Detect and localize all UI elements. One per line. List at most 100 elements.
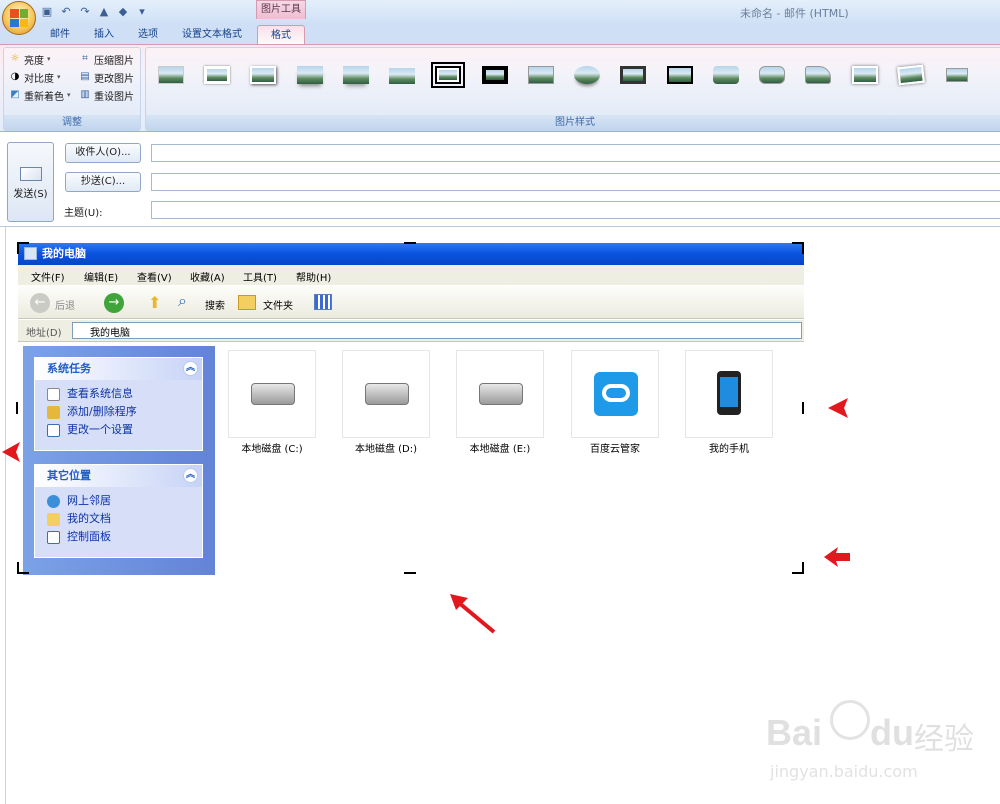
drive-c[interactable]: [228, 350, 316, 438]
address-label: 地址(D): [26, 328, 62, 339]
resize-handle-tr-v[interactable]: [802, 242, 804, 254]
header-divider: [0, 226, 1000, 227]
picture-style-4[interactable]: [293, 62, 327, 88]
cc-button[interactable]: 抄送(C)...: [65, 172, 141, 192]
picture-style-6[interactable]: [385, 62, 419, 88]
back-label[interactable]: 后退: [55, 297, 75, 312]
customize-qat-icon[interactable]: ▾: [135, 5, 149, 19]
picture-style-12[interactable]: [663, 62, 697, 88]
watermark-brand: Bai: [766, 712, 823, 753]
picture-style-10-oval[interactable]: [570, 62, 604, 88]
other-places-panel: 其它位置 ︽ 网上邻居 我的文档 控制面板: [34, 464, 203, 558]
to-field[interactable]: [151, 144, 1000, 162]
undo-icon[interactable]: ↶: [59, 5, 73, 19]
reset-picture-icon: ▥: [80, 89, 90, 100]
red-arrow-corner-icon: [824, 547, 850, 567]
picture-style-18[interactable]: [940, 62, 974, 88]
folders-icon[interactable]: [238, 295, 256, 310]
contrast-button[interactable]: ◑ 对比度 ▾: [9, 69, 61, 85]
collapse-chevron-icon[interactable]: ︽: [183, 361, 198, 376]
to-button[interactable]: 收件人(O)...: [65, 143, 141, 163]
picture-styles-group: 图片样式: [145, 47, 1000, 131]
collapse-chevron-icon[interactable]: ︽: [183, 468, 198, 483]
resize-handle-tl-v[interactable]: [17, 242, 19, 254]
body-left-border: [5, 227, 6, 804]
computer-icon: [24, 247, 37, 260]
up-folder-icon[interactable]: ⬆: [148, 293, 166, 313]
picture-style-7-selected[interactable]: [431, 62, 465, 88]
subject-field[interactable]: [151, 201, 1000, 219]
other-places-header[interactable]: 其它位置 ︽: [35, 465, 202, 487]
picture-style-5[interactable]: [339, 62, 373, 88]
tab-format-text[interactable]: 设置文本格式: [174, 25, 250, 45]
menu-view[interactable]: 查看(V): [137, 269, 172, 284]
cc-field[interactable]: [151, 173, 1000, 191]
picture-style-11[interactable]: [616, 62, 650, 88]
resize-handle-br-v[interactable]: [802, 562, 804, 574]
address-input[interactable]: [72, 322, 802, 339]
embedded-explorer-image[interactable]: 我的电脑 文件(F) 编辑(E) 查看(V) 收藏(A) 工具(T) 帮助(H)…: [18, 243, 804, 575]
search-icon[interactable]: ⌕: [178, 291, 196, 311]
system-tasks-panel: 系统任务 ︽ 查看系统信息 添加/删除程序 更改一个设置: [34, 357, 203, 451]
back-icon[interactable]: ←: [30, 293, 50, 313]
resize-handle-right[interactable]: [802, 402, 804, 414]
place-network[interactable]: 网上邻居: [35, 492, 202, 510]
place-my-documents[interactable]: 我的文档: [35, 510, 202, 528]
redo-icon[interactable]: ↷: [78, 5, 92, 19]
compress-pictures-button[interactable]: ⌗ 压缩图片: [79, 51, 134, 67]
picture-style-9[interactable]: [524, 62, 558, 88]
resize-handle-bottom[interactable]: [404, 572, 416, 574]
picture-styles-label: 图片样式: [146, 115, 1000, 130]
subject-label: 主题(U):: [64, 208, 103, 219]
resize-handle-left[interactable]: [16, 402, 18, 414]
picture-style-15[interactable]: [801, 62, 835, 88]
menu-edit[interactable]: 编辑(E): [84, 269, 118, 284]
my-phone[interactable]: [685, 350, 773, 438]
picture-style-17[interactable]: [894, 62, 928, 88]
search-button-label[interactable]: 搜索: [205, 297, 225, 312]
menu-file[interactable]: 文件(F): [31, 269, 65, 284]
brightness-button[interactable]: ☼ 亮度 ▾: [9, 51, 51, 67]
place-control-panel[interactable]: 控制面板: [35, 528, 202, 546]
task-add-remove-programs[interactable]: 添加/删除程序: [35, 403, 202, 421]
task-change-setting[interactable]: 更改一个设置: [35, 421, 202, 439]
tab-insert[interactable]: 插入: [84, 25, 124, 45]
explorer-address-bar: 地址(D) 我的电脑: [18, 320, 804, 342]
send-button[interactable]: 发送(S): [7, 142, 54, 222]
tab-picture-format[interactable]: 格式: [257, 25, 305, 45]
forward-icon[interactable]: →: [104, 293, 124, 313]
settings-icon: [47, 424, 60, 437]
down-arrow-icon[interactable]: ◆: [116, 5, 130, 19]
menu-help[interactable]: 帮助(H): [296, 269, 331, 284]
recolor-button[interactable]: ◩ 重新着色 ▾: [9, 87, 70, 103]
save-icon[interactable]: ▣: [40, 5, 54, 19]
folders-button-label[interactable]: 文件夹: [263, 297, 293, 312]
tab-options[interactable]: 选项: [128, 25, 168, 45]
views-icon[interactable]: [314, 294, 332, 310]
system-tasks-header[interactable]: 系统任务 ︽: [35, 358, 202, 380]
picture-style-3[interactable]: [246, 62, 280, 88]
watermark-url: jingyan.baidu.com: [770, 762, 918, 781]
drive-d[interactable]: [342, 350, 430, 438]
drive-e[interactable]: [456, 350, 544, 438]
reset-picture-button[interactable]: ▥ 重设图片: [79, 87, 134, 103]
change-picture-button[interactable]: ▤ 更改图片: [79, 69, 134, 85]
picture-style-8[interactable]: [478, 62, 512, 88]
explorer-task-pane: 系统任务 ︽ 查看系统信息 添加/删除程序 更改一个设置 其它位置 ︽ 网上邻居 我…: [23, 346, 215, 575]
resize-handle-top[interactable]: [404, 242, 416, 244]
resize-handle-bl-v[interactable]: [17, 562, 19, 574]
picture-style-2[interactable]: [200, 62, 234, 88]
network-icon: [47, 495, 60, 508]
tab-mail[interactable]: 邮件: [40, 25, 80, 45]
picture-style-1[interactable]: [154, 62, 188, 88]
baidu-cloud[interactable]: [571, 350, 659, 438]
picture-style-16[interactable]: [848, 62, 882, 88]
up-arrow-icon[interactable]: ▲: [97, 5, 111, 19]
baidu-cloud-label: 百度云管家: [590, 444, 640, 455]
task-view-system-info[interactable]: 查看系统信息: [35, 385, 202, 403]
menu-tools[interactable]: 工具(T): [243, 269, 277, 284]
picture-style-14[interactable]: [755, 62, 789, 88]
menu-favorites[interactable]: 收藏(A): [190, 269, 225, 284]
office-button[interactable]: [2, 1, 36, 35]
picture-style-13[interactable]: [709, 62, 743, 88]
